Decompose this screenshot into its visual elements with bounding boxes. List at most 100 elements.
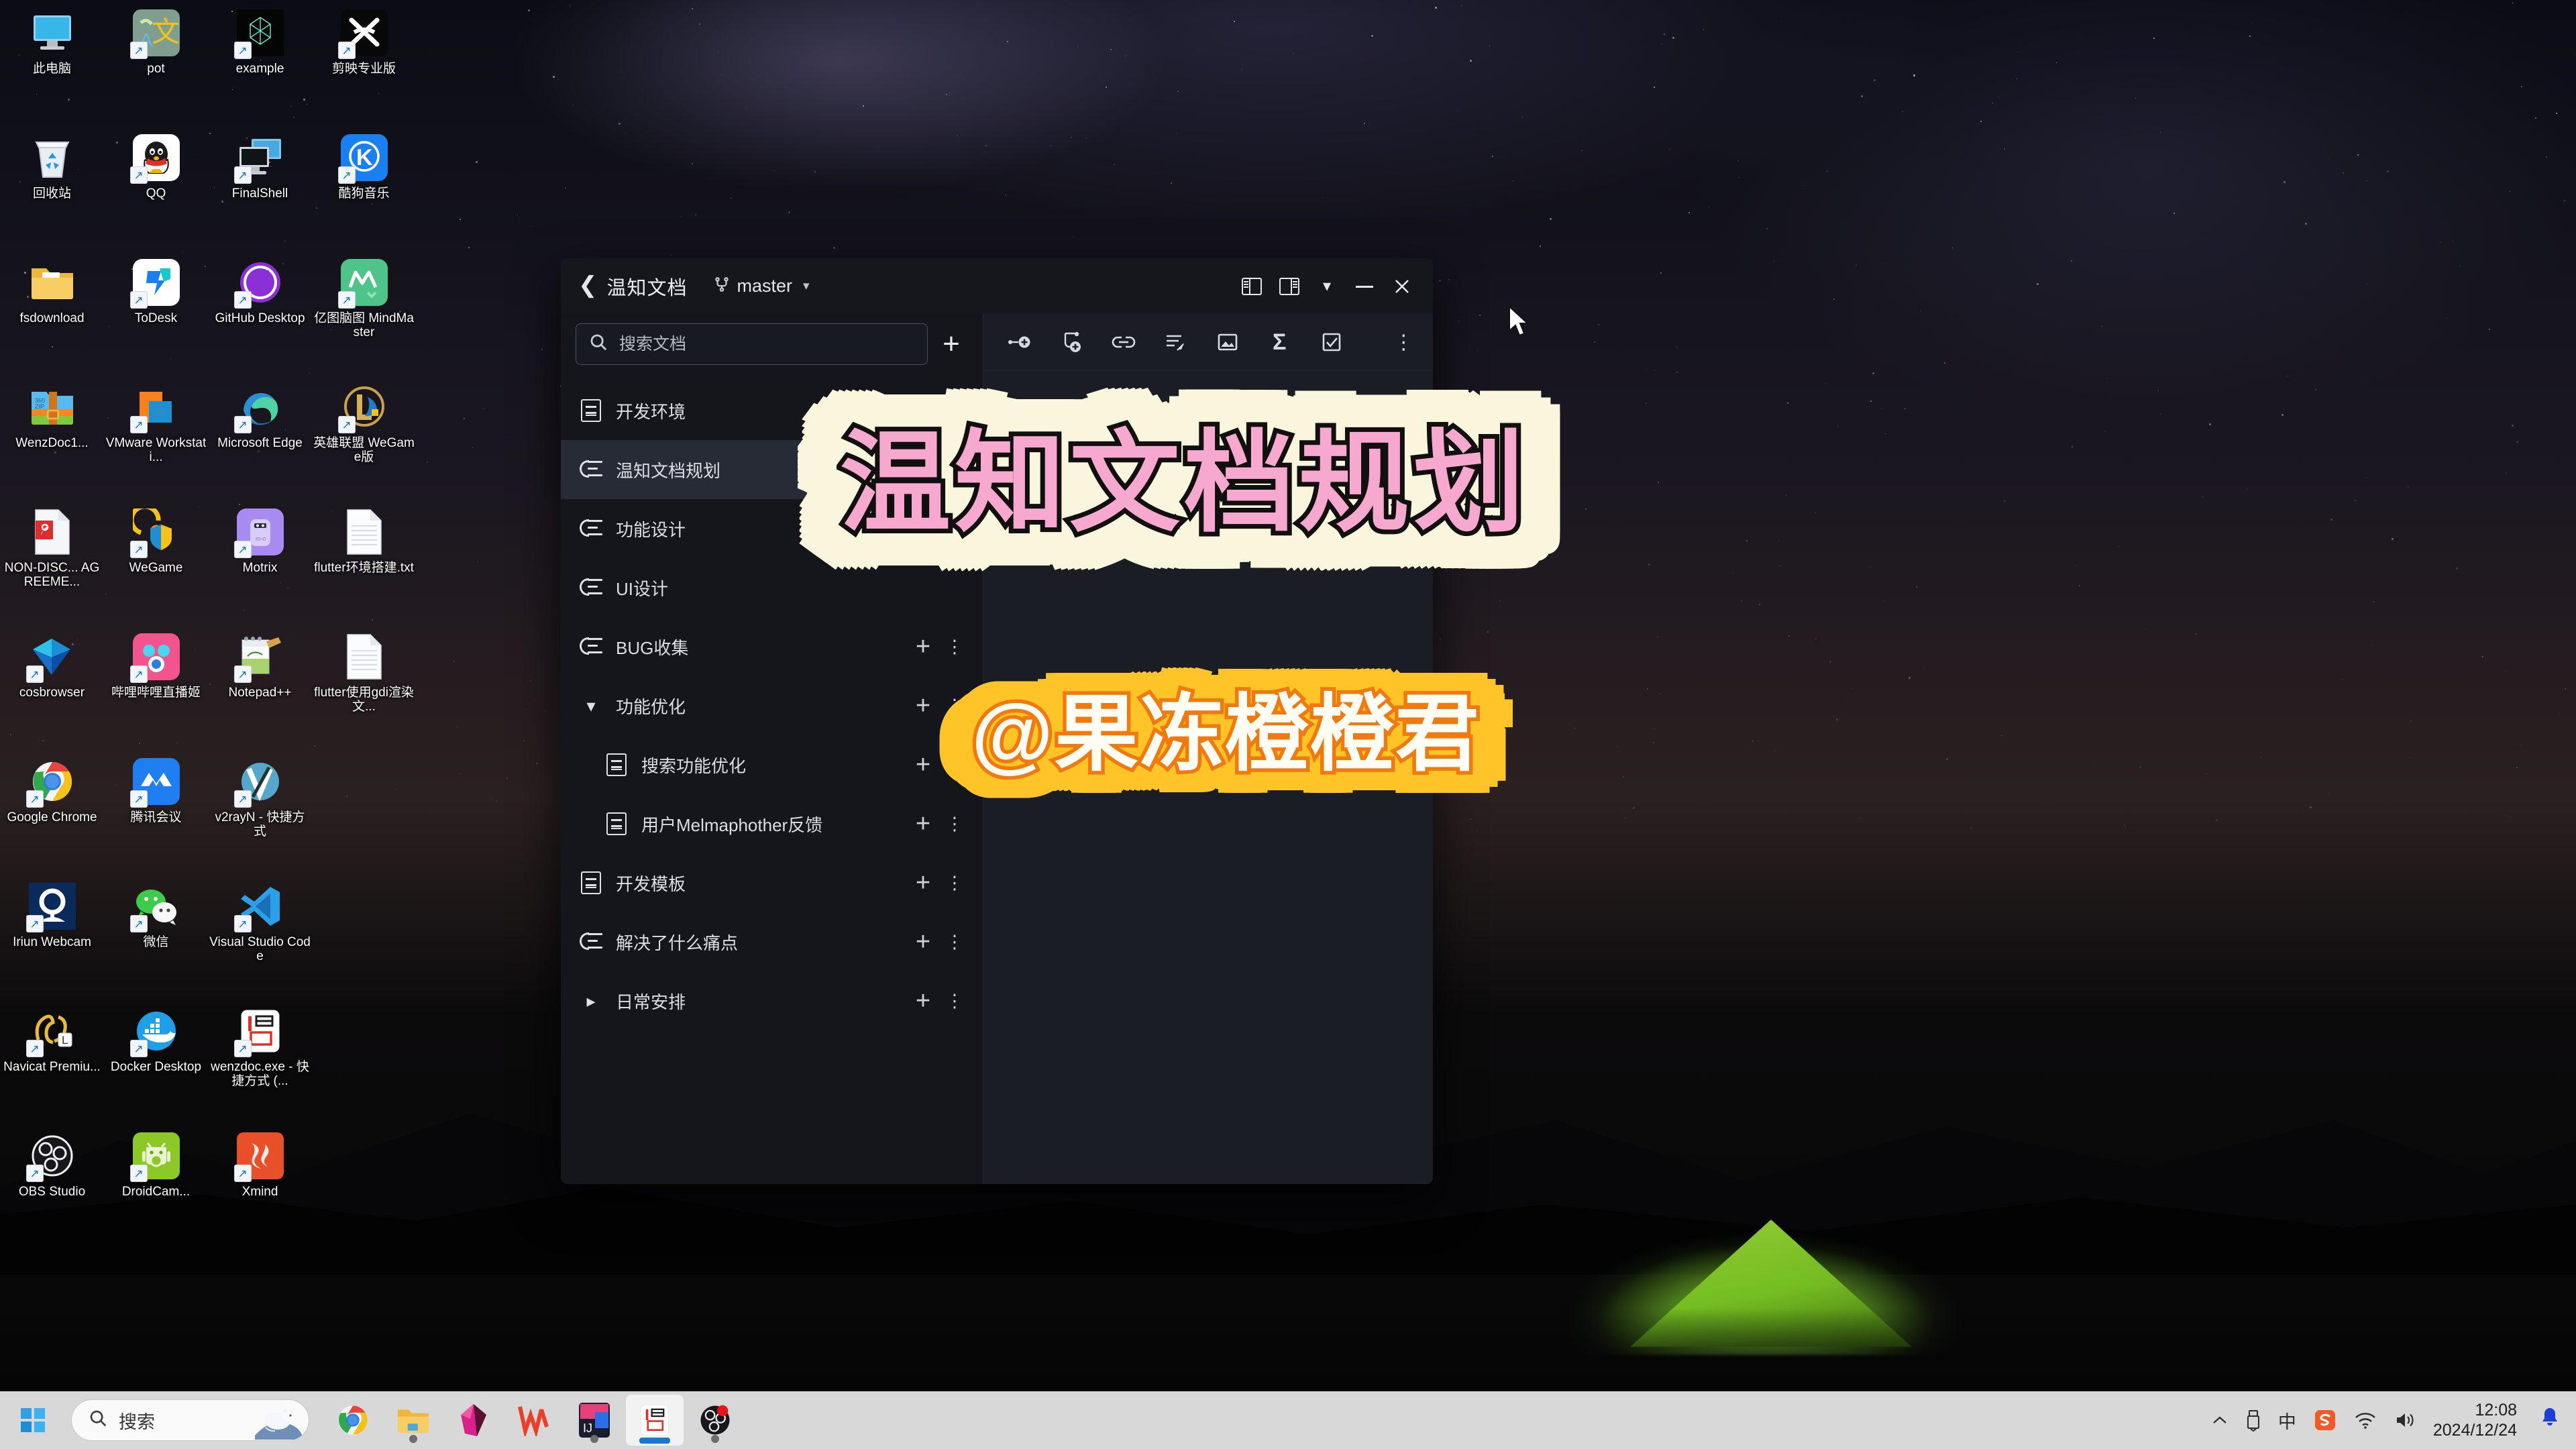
tree-item[interactable]: UI设计 xyxy=(561,558,983,617)
search-input[interactable] xyxy=(619,334,915,354)
desktop-icon[interactable]: ↗ Docker Desktop xyxy=(104,998,208,1123)
desktop-icon[interactable]: m-o ↗ Motrix xyxy=(208,499,312,624)
chevron-down-icon[interactable]: ▾ xyxy=(586,697,595,714)
close-icon[interactable] xyxy=(1383,268,1421,305)
tree-item-add-button[interactable]: + xyxy=(905,929,941,955)
chevron-left-icon[interactable]: ❮ xyxy=(578,270,607,303)
desktop-icon[interactable]: ↗ Google Chrome xyxy=(0,749,104,873)
tree-item-more-button[interactable]: ⋮ xyxy=(941,755,968,774)
tree-item[interactable]: 搜索功能优化 + ⋮ xyxy=(561,735,983,794)
taskbar-app[interactable] xyxy=(445,1395,502,1446)
desktop-icon[interactable]: ↗ Notepad++ xyxy=(208,624,312,749)
add-node-icon[interactable] xyxy=(1004,326,1036,358)
tree-item-more-button[interactable]: ⋮ xyxy=(941,401,968,420)
taskbar-app[interactable] xyxy=(505,1395,563,1446)
taskbar-app[interactable] xyxy=(384,1395,442,1446)
editor-more-options-icon[interactable]: ⋮ xyxy=(1388,326,1420,358)
tree-item-more-button[interactable]: ⋮ xyxy=(941,932,968,951)
usb-device-icon[interactable] xyxy=(2246,1409,2261,1432)
windows-start-icon[interactable] xyxy=(11,1398,55,1442)
branch-selector[interactable]: master ▾ xyxy=(713,276,810,297)
desktop-icon[interactable]: flutter环境搭建.txt xyxy=(312,499,416,624)
desktop-icon[interactable]: 此电脑 xyxy=(0,0,104,125)
add-document-button[interactable]: + xyxy=(932,325,971,364)
formula-icon[interactable]: Σ xyxy=(1264,326,1296,358)
taskbar-app[interactable]: IJ xyxy=(566,1395,623,1446)
more-window-options-icon[interactable]: ▾ xyxy=(1308,268,1346,305)
tree-item[interactable]: 开发模板 + ⋮ xyxy=(561,853,983,912)
shortcut-arrow-icon: ↗ xyxy=(129,291,148,309)
tree-item-add-button[interactable]: + xyxy=(905,752,941,777)
desktop-icon[interactable]: ↗ v2rayN - 快捷方式 xyxy=(208,749,312,873)
desktop-icon[interactable]: ↗ GitHub Desktop xyxy=(208,250,312,374)
desktop-icon[interactable]: ↗ 亿图脑图 MindMaster xyxy=(312,250,416,374)
desktop-icon[interactable]: 回收站 xyxy=(0,125,104,250)
desktop-icon[interactable]: ↗ example xyxy=(208,0,312,125)
volume-icon[interactable] xyxy=(2394,1411,2416,1430)
tree-item-add-button[interactable]: + xyxy=(905,398,941,423)
ime-chinese-icon[interactable]: 中 xyxy=(2278,1407,2296,1434)
desktop-icon[interactable]: ↗ Xmind xyxy=(208,1123,312,1248)
bell-icon[interactable] xyxy=(2534,1406,2560,1435)
tree-item-more-button[interactable]: ⋮ xyxy=(941,814,968,833)
desktop-icon[interactable]: ↗ wenzdoc.exe - 快捷方式 (... xyxy=(208,998,312,1123)
desktop-icon[interactable]: ↗ 哔哩哔哩直播姬 xyxy=(104,624,208,749)
desktop-icon[interactable]: NON-DISC... AGREEME... xyxy=(0,499,104,624)
clock[interactable]: 12:08 2024/12/24 xyxy=(2433,1400,2517,1440)
desktop-icon[interactable]: A 文 ↗ pot xyxy=(104,0,208,125)
checkbox-icon[interactable] xyxy=(1316,326,1348,358)
desktop-icon[interactable]: 360 ZIP WenzDoc1... xyxy=(0,374,104,499)
add-child-icon[interactable] xyxy=(1056,326,1088,358)
tree-item-more-button[interactable]: ⋮ xyxy=(941,637,968,656)
desktop-icon[interactable]: ↗ Visual Studio Code xyxy=(208,873,312,998)
desktop-icon[interactable]: ↗ DroidCam... xyxy=(104,1123,208,1248)
show-hidden-icons-icon[interactable] xyxy=(2211,1414,2229,1426)
tree-item-more-button[interactable]: ⋮ xyxy=(941,696,968,715)
desktop-icon[interactable]: ↗ 剪映专业版 xyxy=(312,0,416,125)
tree-item-more-button[interactable]: ⋮ xyxy=(941,991,968,1010)
tree-item-add-button[interactable]: + xyxy=(905,870,941,896)
tree-item[interactable]: ▾ 功能优化 + ⋮ xyxy=(561,676,983,735)
desktop-icon[interactable]: ↗ VMware Workstati... xyxy=(104,374,208,499)
desktop-icon[interactable]: ↗ Microsoft Edge xyxy=(208,374,312,499)
taskbar-app[interactable] xyxy=(686,1395,744,1446)
toggle-left-panel-icon[interactable] xyxy=(1233,268,1271,305)
toggle-right-panel-icon[interactable] xyxy=(1271,268,1308,305)
chevron-right-icon[interactable]: ▸ xyxy=(586,992,595,1010)
desktop-icon[interactable]: K ↗ 酷狗音乐 xyxy=(312,125,416,250)
tree-item[interactable]: 解决了什么痛点 + ⋮ xyxy=(561,912,983,971)
desktop-icon[interactable]: ↗ 微信 xyxy=(104,873,208,998)
note-edit-icon[interactable] xyxy=(1160,326,1192,358)
sogou-input-icon[interactable] xyxy=(2314,1409,2337,1432)
tree-item[interactable]: 用户Melmaphother反馈 + ⋮ xyxy=(561,794,983,853)
desktop-icon[interactable]: ↗ 腾讯会议 xyxy=(104,749,208,873)
tree-item-add-button[interactable]: + xyxy=(905,693,941,718)
tree-item-more-button[interactable]: ⋮ xyxy=(941,873,968,892)
desktop-icon[interactable]: ↗ Iriun Webcam xyxy=(0,873,104,998)
desktop-icon[interactable]: ↗ ToDesk xyxy=(104,250,208,374)
desktop-icon[interactable]: ↗ 英雄联盟 WeGame版 xyxy=(312,374,416,499)
taskbar-app[interactable] xyxy=(324,1395,382,1446)
taskbar-app[interactable] xyxy=(626,1395,684,1446)
wifi-icon[interactable] xyxy=(2354,1411,2377,1429)
search-box[interactable] xyxy=(576,323,928,365)
taskbar-search-box[interactable]: 搜索 xyxy=(71,1399,309,1441)
tree-item-add-button[interactable]: + xyxy=(905,634,941,659)
tree-item-add-button[interactable]: + xyxy=(905,988,941,1014)
document-icon xyxy=(581,871,601,894)
desktop-icon[interactable]: ↗ FinalShell xyxy=(208,125,312,250)
tree-item-add-button[interactable]: + xyxy=(905,811,941,837)
desktop-icon[interactable]: ↗ cosbrowser xyxy=(0,624,104,749)
desktop-icon[interactable]: fsdownload xyxy=(0,250,104,374)
tree-item[interactable]: BUG收集 + ⋮ xyxy=(561,617,983,676)
minimize-icon[interactable] xyxy=(1346,268,1383,305)
link-icon[interactable] xyxy=(1108,326,1140,358)
desktop-icon[interactable]: ↗ QQ xyxy=(104,125,208,250)
image-icon[interactable] xyxy=(1212,326,1244,358)
desktop-icon[interactable]: ↗ WeGame xyxy=(104,499,208,624)
desktop-icon[interactable]: ↗ OBS Studio xyxy=(0,1123,104,1248)
desktop-icon[interactable]: flutter使用gdi渲染文... xyxy=(312,624,416,749)
desktop-icon[interactable]: L ↗ Navicat Premiu... xyxy=(0,998,104,1123)
tree-item[interactable]: ▸ 日常安排 + ⋮ xyxy=(561,971,983,1030)
finalshell-icon: ↗ xyxy=(233,133,285,184)
